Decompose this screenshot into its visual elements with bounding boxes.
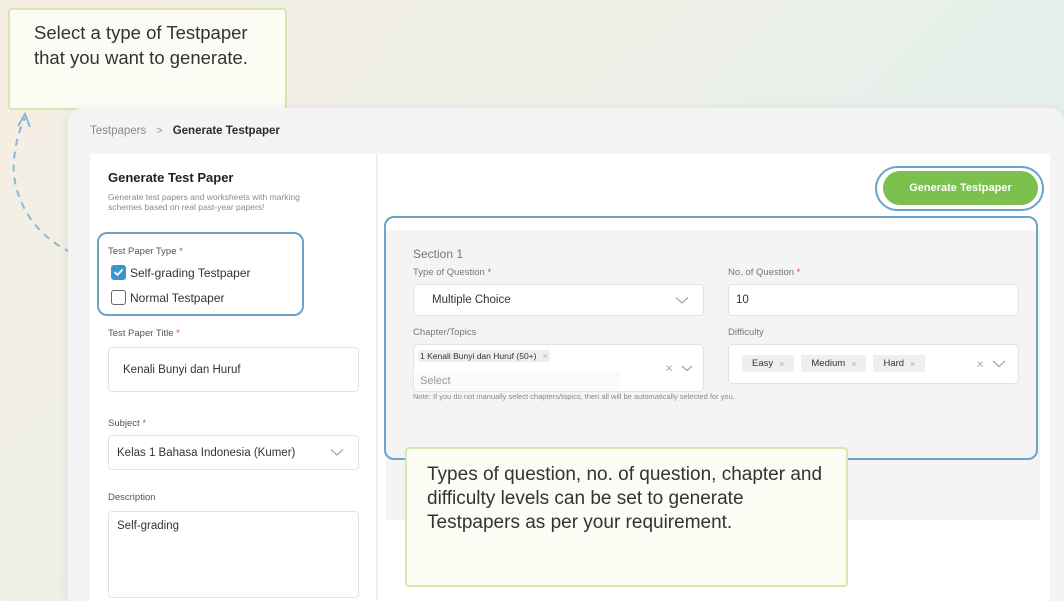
highlight-section-settings — [384, 216, 1038, 460]
required-mark: * — [176, 328, 180, 339]
breadcrumb: Testpapers > Generate Testpaper — [90, 125, 280, 137]
arrow-head-left — [17, 111, 31, 128]
page-title: Generate Test Paper — [108, 170, 234, 185]
description-textarea[interactable]: Self-grading — [108, 511, 359, 598]
title-label-text: Test Paper Title — [108, 328, 174, 339]
breadcrumb-current: Generate Testpaper — [172, 125, 280, 137]
breadcrumb-parent[interactable]: Testpapers — [90, 125, 146, 137]
title-input[interactable]: Kenali Bunyi dan Huruf — [108, 347, 359, 392]
page-description: Generate test papers and worksheets with… — [108, 192, 300, 212]
subject-label-text: Subject — [108, 418, 140, 429]
subject-select-value: Kelas 1 Bahasa Indonesia (Kumer) — [117, 446, 296, 459]
required-mark: * — [142, 418, 147, 429]
highlight-type-options — [97, 232, 304, 316]
title-input-value: Kenali Bunyi dan Huruf — [123, 363, 241, 376]
chevron-down-icon — [330, 449, 344, 456]
breadcrumb-separator: > — [156, 125, 163, 137]
callout-testpaper-type-text: Select a type of Testpaper that you want… — [34, 22, 248, 68]
left-panel: Generate Test Paper Generate test papers… — [90, 154, 377, 601]
callout-section-settings: Types of question, no. of question, chap… — [405, 447, 848, 587]
callout-section-settings-text: Types of question, no. of question, chap… — [427, 464, 823, 533]
callout-testpaper-type: Select a type of Testpaper that you want… — [8, 8, 287, 110]
title-label: Test Paper Title * — [108, 328, 180, 339]
highlight-generate-button — [875, 166, 1044, 211]
subject-label: Subject * — [108, 418, 146, 429]
description-label: Description — [108, 492, 156, 503]
subject-select[interactable]: Kelas 1 Bahasa Indonesia (Kumer) — [108, 435, 359, 470]
description-textarea-value: Self-grading — [117, 520, 180, 532]
